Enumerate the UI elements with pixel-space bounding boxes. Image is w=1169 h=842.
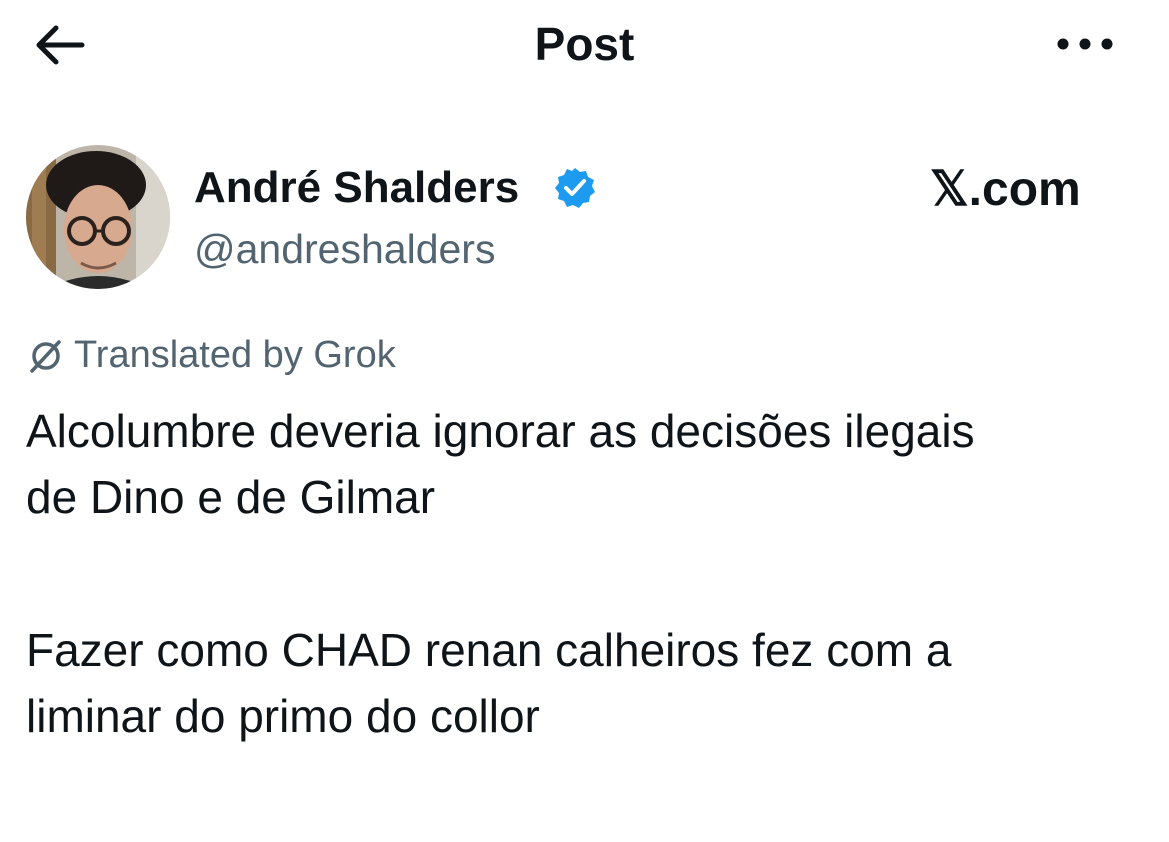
author-display-name[interactable]: André Shalders: [194, 160, 519, 216]
post-paragraph-2: Fazer como CHAD renan calheiros fez com …: [26, 617, 1156, 749]
more-horizontal-icon: [1057, 38, 1113, 50]
x-com-watermark: 𝕏.com: [930, 163, 1081, 216]
grok-icon: [30, 340, 61, 373]
more-options-button[interactable]: [1050, 24, 1120, 64]
avatar-image: [26, 145, 170, 289]
translation-label: Translated by Grok: [74, 333, 396, 376]
avatar[interactable]: [26, 145, 170, 289]
page-title: Post: [534, 18, 635, 70]
top-bar: Post: [0, 0, 1169, 90]
post-line: liminar do primo do collor: [26, 690, 540, 742]
post-line: de Dino e de Gilmar: [26, 471, 436, 523]
translation-note[interactable]: Translated by Grok: [26, 330, 396, 380]
verified-badge-icon: [553, 166, 597, 210]
post-line: Fazer como CHAD renan calheiros fez com …: [26, 624, 952, 676]
author-handle[interactable]: @andreshalders: [194, 222, 495, 276]
post-line: Alcolumbre deveria ignorar as decisões i…: [26, 405, 975, 457]
post-paragraph-1: Alcolumbre deveria ignorar as decisões i…: [26, 398, 1156, 530]
